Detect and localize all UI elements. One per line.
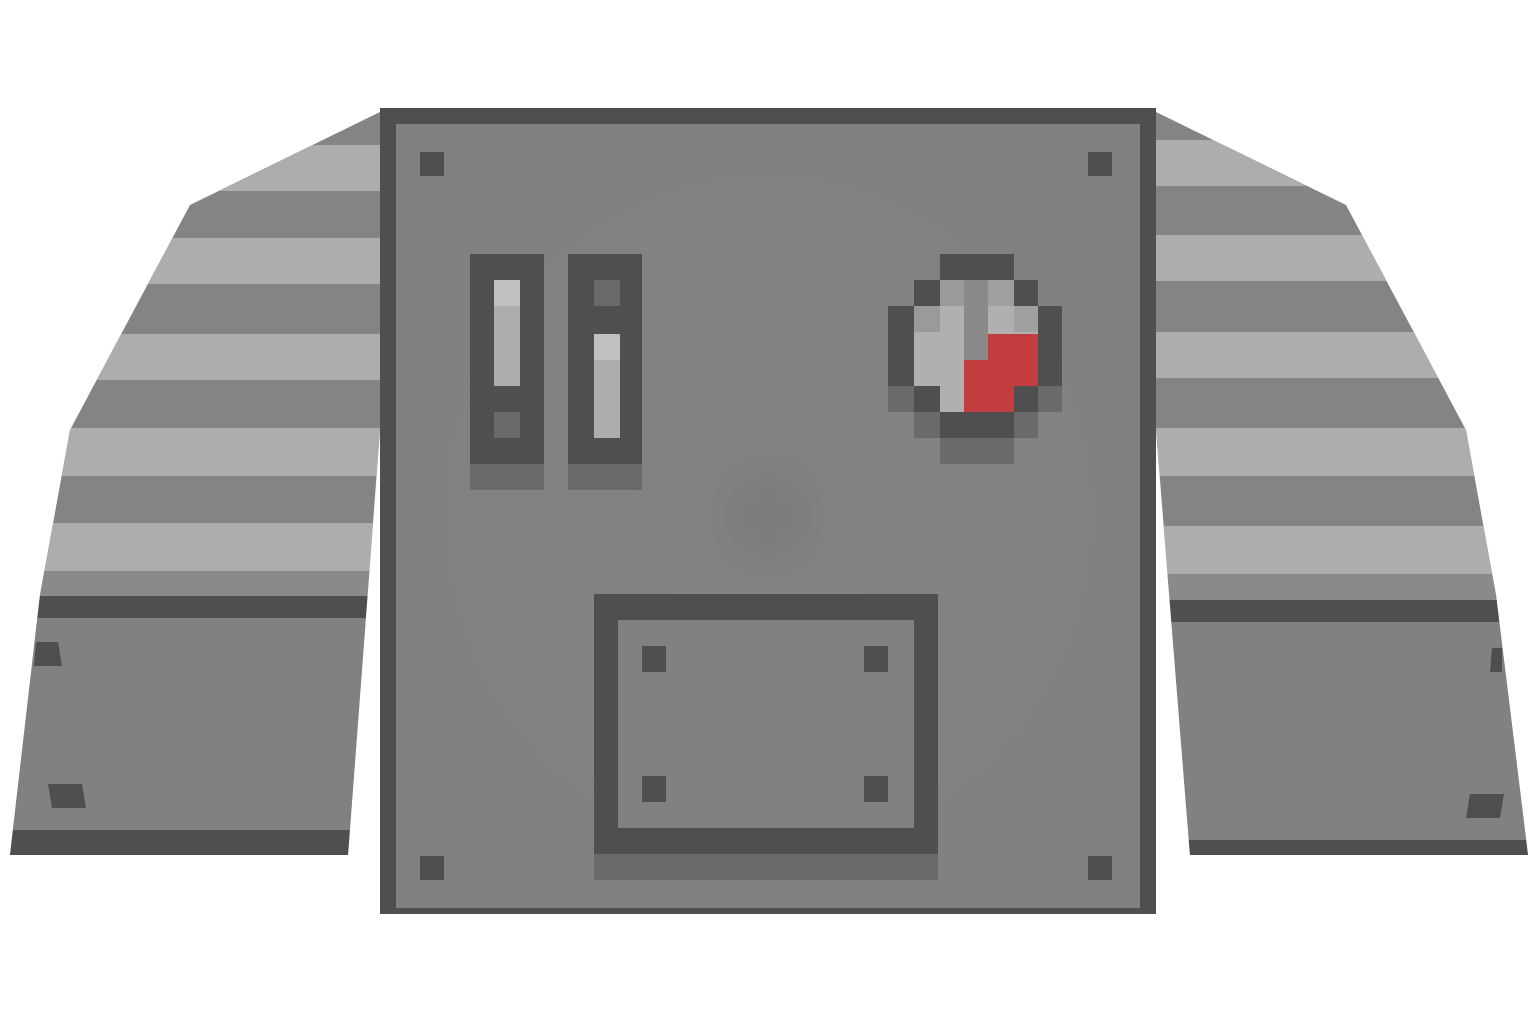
right-sleeve xyxy=(1156,112,1528,855)
left-sleeve-rivet xyxy=(48,784,86,808)
indicator-slot-left xyxy=(470,254,544,490)
pocket-rivet xyxy=(642,776,666,802)
pocket-rivet xyxy=(864,776,888,802)
corner-rivet xyxy=(420,856,444,880)
gauge-needle-base xyxy=(964,280,988,360)
pocket-panel xyxy=(594,594,938,880)
corner-rivet xyxy=(1088,152,1112,176)
left-sleeve xyxy=(10,112,380,855)
pocket-rivet xyxy=(642,646,666,672)
left-sleeve-rivet xyxy=(34,642,62,666)
right-sleeve-band xyxy=(1156,600,1528,622)
gauge-icon xyxy=(888,254,1062,464)
left-sleeve-band xyxy=(10,596,380,618)
armor-vest-icon xyxy=(10,108,1528,914)
right-sleeve-rivet xyxy=(1466,794,1504,818)
indicator-slot-right xyxy=(568,254,642,490)
corner-rivet xyxy=(1088,856,1112,880)
vest-icon-canvas xyxy=(0,0,1536,1024)
right-sleeve-rivet xyxy=(1490,648,1502,672)
chest-plate xyxy=(380,108,1156,914)
corner-rivet xyxy=(420,152,444,176)
pocket-rivet xyxy=(864,646,888,672)
